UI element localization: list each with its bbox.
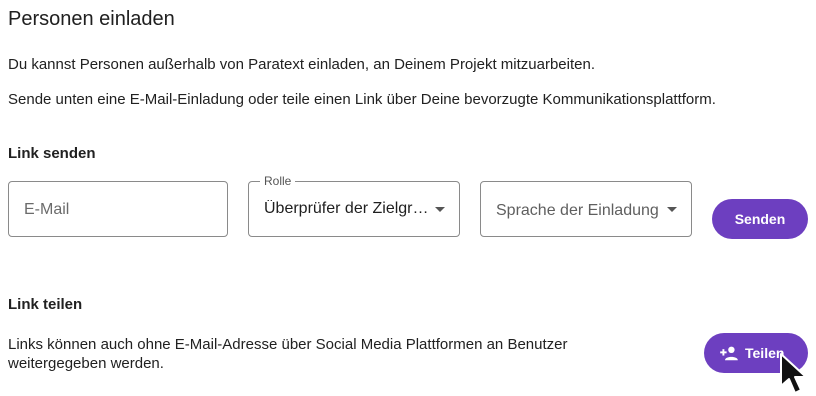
- language-select[interactable]: Sprache der Einladung: [480, 181, 692, 237]
- share-link-heading: Link teilen: [8, 296, 83, 313]
- invite-dialog: Personen einladen Du kannst Personen auß…: [0, 0, 816, 396]
- person-add-icon: [720, 346, 738, 361]
- dropdown-arrow-icon: [435, 207, 445, 212]
- description-line-2: Sende unten eine E-Mail-Einladung oder t…: [8, 91, 716, 108]
- share-description: Links können auch ohne E-Mail-Adresse üb…: [8, 336, 568, 372]
- role-selected-value: Überprüfer der Zielgruppe: [264, 200, 432, 217]
- mouse-cursor-icon: [780, 353, 807, 394]
- role-select[interactable]: Rolle Überprüfer der Zielgruppe: [248, 174, 460, 237]
- page-title: Personen einladen: [8, 8, 175, 30]
- dropdown-arrow-icon: [667, 207, 677, 212]
- send-link-heading: Link senden: [8, 145, 96, 162]
- language-placeholder: Sprache der Einladung: [496, 202, 659, 219]
- email-placeholder: E-Mail: [24, 201, 70, 218]
- send-button[interactable]: Senden: [712, 199, 808, 239]
- role-label: Rolle: [260, 174, 296, 188]
- email-field[interactable]: E-Mail: [8, 181, 228, 237]
- description-line-1: Du kannst Personen außerhalb von Paratex…: [8, 56, 595, 73]
